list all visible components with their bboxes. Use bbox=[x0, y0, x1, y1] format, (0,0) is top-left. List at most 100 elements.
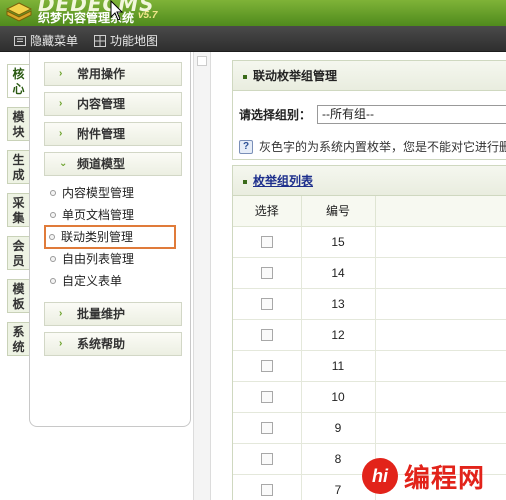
grid-icon bbox=[94, 34, 106, 47]
version-label: v5.7 bbox=[138, 10, 158, 21]
menu-item-label: 联动类别管理 bbox=[61, 230, 134, 244]
watermark-logo-icon: hi bbox=[362, 458, 398, 494]
row-id: 9 bbox=[301, 412, 376, 444]
row-id: 11 bbox=[301, 350, 376, 382]
row-checkbox[interactable] bbox=[260, 484, 273, 497]
panel-title-text: 联动枚举组管理 bbox=[253, 69, 338, 83]
bullet-icon bbox=[50, 256, 56, 262]
tab-members[interactable]: 会员 bbox=[7, 236, 29, 270]
menu-item-label: 自定义表单 bbox=[62, 274, 123, 288]
menu-group-content[interactable]: › 内容管理 bbox=[44, 92, 182, 116]
bullet-icon bbox=[50, 212, 56, 218]
column-header-id: 编号 bbox=[301, 196, 376, 227]
table-row: 12系 bbox=[233, 319, 506, 351]
collapse-handle[interactable] bbox=[197, 56, 207, 66]
menu-group-attachments[interactable]: › 附件管理 bbox=[44, 122, 182, 146]
menu-item-label: 内容模型管理 bbox=[62, 186, 135, 200]
menu-item-single-page[interactable]: 单页文档管理 bbox=[48, 206, 168, 224]
row-id: 15 bbox=[301, 226, 376, 258]
chevron-right-icon: › bbox=[59, 338, 63, 349]
table-row: 15 bbox=[233, 226, 506, 258]
menu-group-label: 批量维护 bbox=[77, 307, 126, 321]
app-header: DEDECMS 织梦内容管理系统 v5.7 bbox=[0, 0, 506, 26]
chevron-right-icon: › bbox=[59, 128, 63, 139]
group-filter-row: 请选择组别： --所有组-- bbox=[239, 105, 506, 124]
row-id: 12 bbox=[301, 319, 376, 351]
group-select[interactable]: --所有组-- bbox=[317, 105, 506, 124]
row-checkbox[interactable] bbox=[260, 391, 273, 404]
table-row: 11 bbox=[233, 350, 506, 382]
hint-row: ? 灰色字的为系统内置枚举，您是不能对它进行删 bbox=[239, 138, 506, 155]
mouse-cursor-icon bbox=[110, 0, 124, 21]
linkage-group-panel: 联动枚举组管理 请选择组别： --所有组-- ? 灰色字的为系统内置枚举，您是不… bbox=[232, 60, 506, 160]
menu-group-common[interactable]: › 常用操作 bbox=[44, 62, 182, 86]
panel-title: 枚举组列表 bbox=[233, 166, 506, 196]
menu-group-channel-model[interactable]: ⌄ 频道模型 bbox=[44, 152, 182, 176]
chevron-right-icon: › bbox=[59, 308, 63, 319]
menu-item-content-model[interactable]: 内容模型管理 bbox=[48, 184, 168, 202]
bullet-icon bbox=[243, 179, 247, 184]
tab-core[interactable]: 核心 bbox=[7, 64, 29, 98]
row-id: 10 bbox=[301, 381, 376, 413]
row-id: 13 bbox=[301, 288, 376, 320]
module-tabs: 核心 模块 生成 采集 会员 模板 系统 bbox=[7, 64, 29, 365]
hide-menu-button[interactable]: 隐藏菜单 bbox=[14, 32, 78, 49]
tab-collect[interactable]: 采集 bbox=[7, 193, 29, 227]
menu-group-label: 系统帮助 bbox=[77, 337, 126, 351]
row-checkbox[interactable] bbox=[260, 422, 273, 435]
menu-group-label: 内容管理 bbox=[77, 97, 126, 111]
chevron-right-icon: › bbox=[59, 68, 63, 79]
watermark: hi 编程网 bbox=[362, 455, 506, 497]
bullet-icon bbox=[50, 190, 56, 196]
panel-splitter[interactable] bbox=[193, 52, 211, 500]
menu-item-custom-form[interactable]: 自定义表单 bbox=[48, 272, 168, 290]
menu-group-label: 频道模型 bbox=[77, 157, 126, 171]
row-checkbox[interactable] bbox=[260, 267, 273, 280]
menu-item-free-list[interactable]: 自由列表管理 bbox=[48, 250, 168, 268]
bullet-icon bbox=[50, 278, 56, 284]
group-select-label: 请选择组别： bbox=[239, 108, 312, 122]
table-header-row: 选择 编号 bbox=[233, 196, 506, 227]
menu-group-help[interactable]: › 系统帮助 bbox=[44, 332, 182, 356]
watermark-text: 编程网 bbox=[404, 463, 486, 494]
row-checkbox[interactable] bbox=[260, 298, 273, 311]
site-map-button[interactable]: 功能地图 bbox=[94, 32, 158, 49]
column-header-name bbox=[375, 196, 506, 227]
bullet-icon bbox=[49, 234, 55, 240]
site-map-label: 功能地图 bbox=[110, 34, 159, 48]
group-list-panel: 枚举组列表 选择 编号 15 14 13 12系 11 10 9 8 7 bbox=[232, 165, 506, 500]
tab-modules[interactable]: 模块 bbox=[7, 107, 29, 141]
row-checkbox[interactable] bbox=[260, 329, 273, 342]
top-toolbar: 隐藏菜单 功能地图 bbox=[0, 26, 506, 52]
table-row: 14 bbox=[233, 257, 506, 289]
logo-icon bbox=[6, 2, 32, 22]
panel-title-link[interactable]: 枚举组列表 bbox=[253, 174, 313, 188]
tab-templates[interactable]: 模板 bbox=[7, 279, 29, 313]
menu-icon bbox=[14, 35, 26, 46]
row-checkbox[interactable] bbox=[260, 236, 273, 249]
bullet-icon bbox=[243, 74, 247, 79]
menu-group-batch[interactable]: › 批量维护 bbox=[44, 302, 182, 326]
table-row: 9 bbox=[233, 412, 506, 444]
row-checkbox[interactable] bbox=[260, 453, 273, 466]
tab-system[interactable]: 系统 bbox=[7, 322, 29, 356]
panel-title: 联动枚举组管理 bbox=[233, 61, 506, 91]
sidebar-menu: › 常用操作 › 内容管理 › 附件管理 ⌄ 频道模型 内容模型管理 单页文档管… bbox=[29, 52, 191, 427]
menu-item-label: 自由列表管理 bbox=[62, 252, 135, 266]
menu-group-label: 附件管理 bbox=[77, 127, 126, 141]
main-content: 联动枚举组管理 请选择组别： --所有组-- ? 灰色字的为系统内置枚举，您是不… bbox=[219, 52, 506, 500]
hide-menu-label: 隐藏菜单 bbox=[30, 34, 79, 48]
menu-item-linkage-category[interactable]: 联动类别管理 bbox=[44, 225, 176, 249]
row-checkbox[interactable] bbox=[260, 360, 273, 373]
menu-group-label: 常用操作 bbox=[77, 67, 126, 81]
table-row: 10 bbox=[233, 381, 506, 413]
row-id: 14 bbox=[301, 257, 376, 289]
column-header-select: 选择 bbox=[233, 196, 302, 227]
help-icon: ? bbox=[239, 139, 253, 154]
table-row: 13 bbox=[233, 288, 506, 320]
hint-text: 灰色字的为系统内置枚举，您是不能对它进行删 bbox=[259, 140, 506, 154]
chevron-right-icon: › bbox=[59, 98, 63, 109]
menu-item-label: 单页文档管理 bbox=[62, 208, 135, 222]
tab-generate[interactable]: 生成 bbox=[7, 150, 29, 184]
chevron-down-icon: ⌄ bbox=[59, 158, 68, 169]
